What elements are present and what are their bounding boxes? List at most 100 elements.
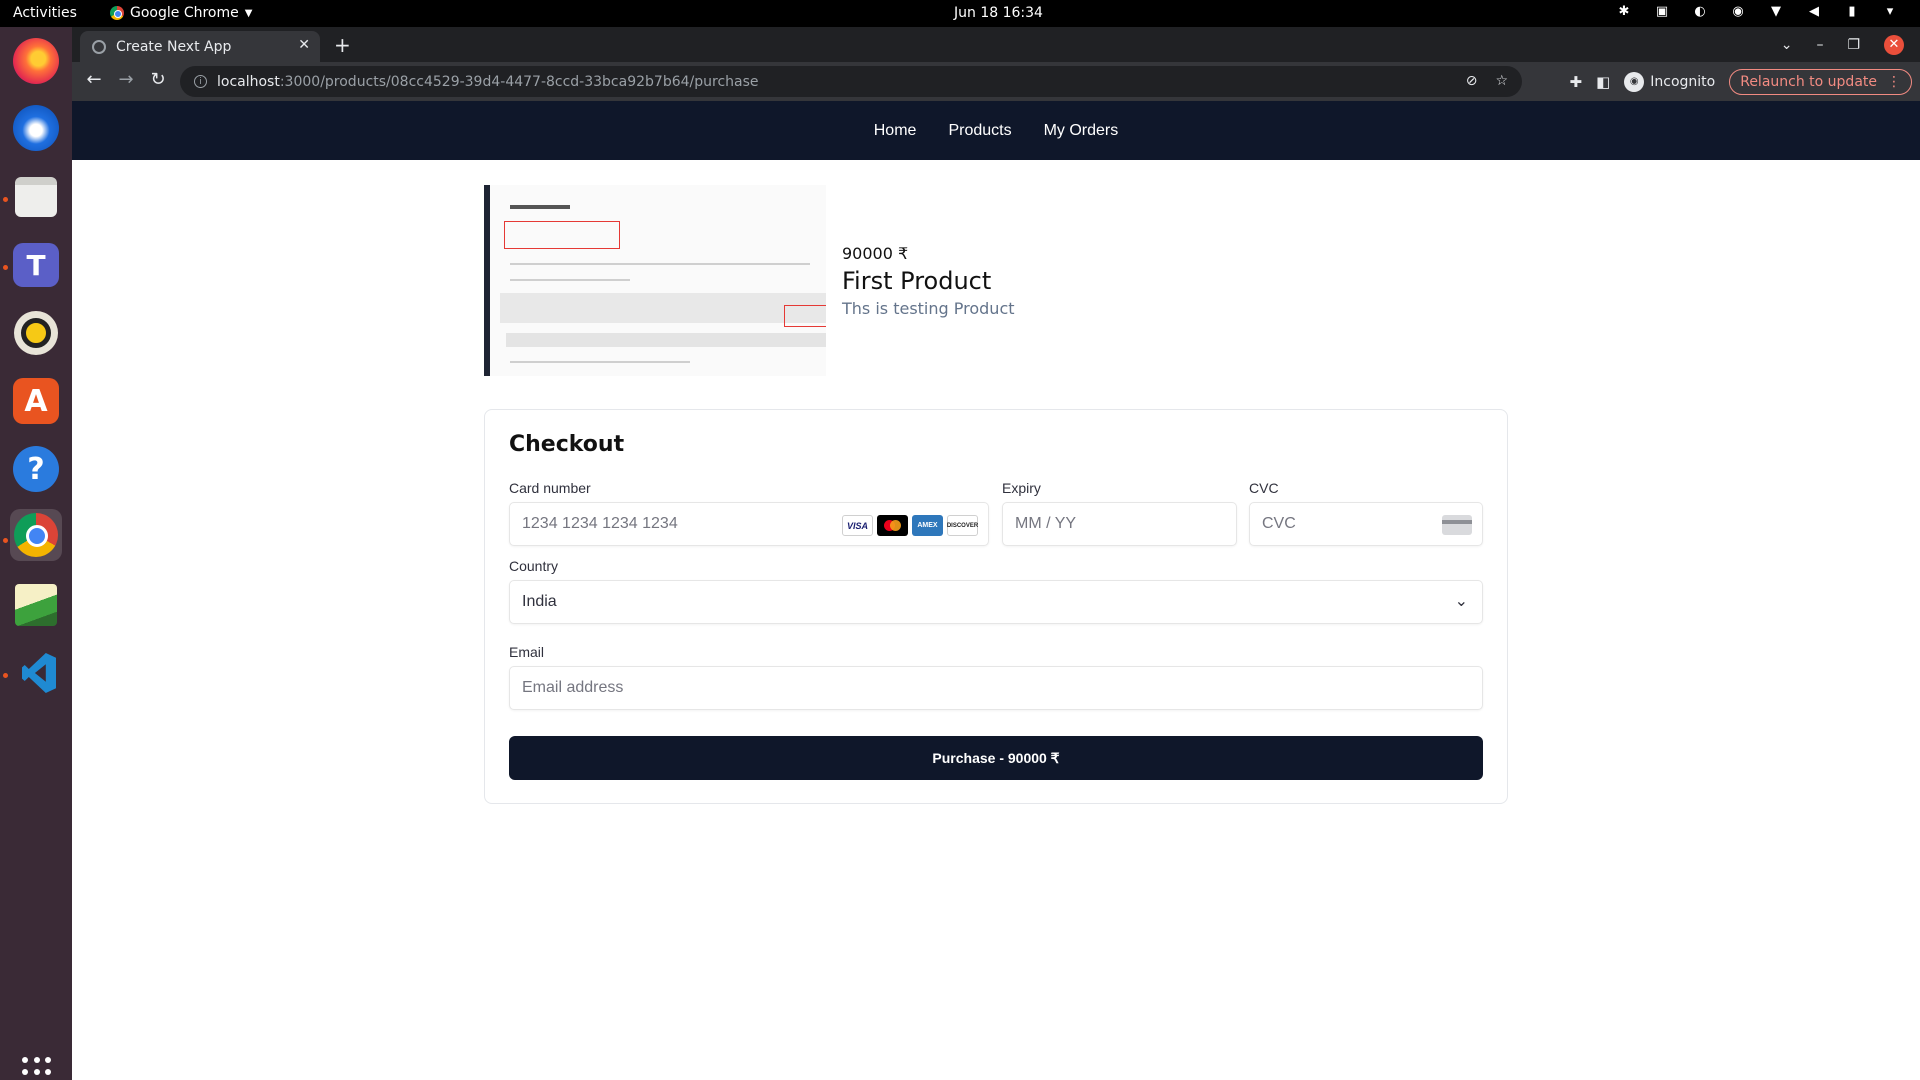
thunderbird-launcher[interactable] <box>10 102 62 154</box>
purchase-button[interactable]: Purchase - 90000 ₹ <box>509 736 1483 780</box>
running-indicator <box>3 265 8 270</box>
tab-title: Create Next App <box>116 38 232 55</box>
firefox-icon <box>13 38 59 84</box>
activities-button[interactable]: Activities <box>13 5 77 21</box>
window-controls: ⌄ – ❐ ✕ <box>1781 27 1920 62</box>
incognito-label: Incognito <box>1650 73 1716 90</box>
firefox-launcher[interactable] <box>10 35 62 87</box>
tab-strip: Create Next App ✕ + ⌄ – ❐ ✕ <box>72 27 1920 62</box>
app-menu-label: Google Chrome <box>130 5 239 21</box>
relaunch-button[interactable]: Relaunch to update ⋮ <box>1729 68 1912 95</box>
country-select[interactable]: India ⌄ <box>509 580 1483 624</box>
incognito-profile[interactable]: ◉ Incognito <box>1624 71 1716 92</box>
relaunch-label: Relaunch to update <box>1740 73 1877 90</box>
chevron-down-icon: ⌄ <box>1454 593 1468 610</box>
country-label: Country <box>509 558 559 574</box>
chrome-small-icon <box>110 6 124 20</box>
product-name: First Product <box>842 266 992 295</box>
running-indicator <box>3 197 8 202</box>
vscode-icon <box>14 651 58 695</box>
incognito-icon: ◉ <box>1624 71 1645 92</box>
cvc-label: CVC <box>1249 480 1279 496</box>
rhythmbox-launcher[interactable] <box>10 307 62 359</box>
rhythmbox-icon <box>14 311 58 355</box>
thunderbird-icon <box>13 105 59 151</box>
vscode-launcher[interactable] <box>10 647 62 699</box>
close-window-icon[interactable]: ✕ <box>1884 34 1904 55</box>
card-number-placeholder: 1234 1234 1234 1234 <box>522 515 678 532</box>
eye-slash-icon[interactable]: ⊘ <box>1466 73 1478 89</box>
menu-kebab-icon: ⋮ <box>1887 73 1901 90</box>
running-indicator <box>3 673 8 678</box>
system-tray[interactable]: ✱ ▣ ◐ ◉ ▼ ◀ ▮ ▾ <box>1616 4 1898 20</box>
caret-down-icon: ▼ <box>244 7 253 19</box>
site-navbar: Home Products My Orders <box>72 101 1920 160</box>
teams-icon: T <box>13 243 59 287</box>
nav-products-link[interactable]: Products <box>948 122 1011 140</box>
app-menu[interactable]: Google Chrome ▼ <box>110 5 252 21</box>
reload-icon[interactable]: ↻ <box>146 69 170 90</box>
expiry-label: Expiry <box>1002 480 1041 496</box>
chrome-icon <box>14 513 58 557</box>
url-path: :3000/products/08cc4529-39d4-4477-8ccd-3… <box>279 73 759 90</box>
bookmark-star-icon[interactable]: ☆ <box>1495 73 1508 89</box>
card-number-input[interactable]: 1234 1234 1234 1234 VISA AMEX DISCOVER <box>509 502 989 546</box>
tab-search-icon[interactable]: ⌄ <box>1781 37 1793 53</box>
restore-icon[interactable]: ❐ <box>1847 37 1860 53</box>
dock: T A ? <box>0 27 72 1080</box>
files-icon <box>15 177 57 217</box>
globe-icon <box>92 39 106 54</box>
expiry-input[interactable]: MM / YY <box>1002 502 1237 546</box>
app-store-icon: A <box>13 378 59 424</box>
slack-tray-icon[interactable]: ✱ <box>1616 4 1632 20</box>
checkout-form: Checkout Card number 1234 1234 1234 1234… <box>484 409 1508 804</box>
night-light-icon[interactable]: ◐ <box>1692 4 1708 20</box>
mastercard-icon <box>877 515 908 536</box>
email-label: Email <box>509 644 545 660</box>
chrome-tray-icon[interactable]: ◉ <box>1730 4 1746 20</box>
help-launcher[interactable]: ? <box>10 443 62 495</box>
teams-launcher[interactable]: T <box>10 239 62 291</box>
product-info: 90000 ₹ First Product Ths is testing Pro… <box>842 244 1015 318</box>
minimize-icon[interactable]: – <box>1816 37 1823 53</box>
address-bar[interactable]: i localhost:3000/products/08cc4529-39d4-… <box>180 66 1522 97</box>
battery-icon[interactable]: ▮ <box>1844 4 1860 20</box>
cvc-card-icon <box>1442 515 1472 535</box>
clock[interactable]: Jun 18 16:34 <box>954 5 1043 21</box>
card-brands: VISA AMEX DISCOVER <box>842 515 978 536</box>
browser-toolbar: ← → ↻ i localhost:3000/products/08cc4529… <box>72 62 1920 101</box>
image-viewer-launcher[interactable] <box>10 579 62 631</box>
forward-arrow-icon[interactable]: → <box>114 69 138 90</box>
running-indicator <box>3 538 8 543</box>
image-viewer-icon <box>15 584 57 626</box>
power-menu-icon[interactable]: ▾ <box>1882 4 1898 20</box>
show-apps-icon[interactable] <box>22 1057 52 1080</box>
country-value: India <box>522 593 557 610</box>
wifi-icon[interactable]: ▼ <box>1768 4 1784 20</box>
discover-icon: DISCOVER <box>947 515 978 536</box>
amex-icon: AMEX <box>912 515 943 536</box>
product-description: Ths is testing Product <box>842 298 1015 318</box>
checkout-title: Checkout <box>509 432 625 457</box>
tab-create-next-app[interactable]: Create Next App ✕ <box>80 31 320 62</box>
chrome-launcher[interactable] <box>10 509 62 561</box>
site-info-icon[interactable]: i <box>194 75 207 88</box>
web-page: Home Products My Orders 90000 ₹ First Pr… <box>72 101 1920 1080</box>
toolbar-actions: ✚ ◧ ◉ Incognito Relaunch to update ⋮ <box>1569 62 1920 101</box>
side-panel-icon[interactable]: ◧ <box>1596 73 1610 91</box>
expiry-placeholder: MM / YY <box>1015 515 1077 532</box>
app-store-launcher[interactable]: A <box>10 375 62 427</box>
cvc-input[interactable]: CVC <box>1249 502 1483 546</box>
card-number-label: Card number <box>509 480 591 496</box>
nav-my-orders-link[interactable]: My Orders <box>1044 122 1119 140</box>
volume-icon[interactable]: ◀ <box>1806 4 1822 20</box>
email-input[interactable]: Email address <box>509 666 1483 710</box>
files-launcher[interactable] <box>10 171 62 223</box>
teams-tray-icon[interactable]: ▣ <box>1654 4 1670 20</box>
nav-home-link[interactable]: Home <box>874 122 917 140</box>
system-top-bar: Activities Google Chrome ▼ Jun 18 16:34 … <box>0 0 1920 27</box>
extensions-puzzle-icon[interactable]: ✚ <box>1569 73 1582 91</box>
back-arrow-icon[interactable]: ← <box>82 69 106 90</box>
new-tab-icon[interactable]: + <box>334 33 351 57</box>
close-tab-icon[interactable]: ✕ <box>298 37 310 53</box>
